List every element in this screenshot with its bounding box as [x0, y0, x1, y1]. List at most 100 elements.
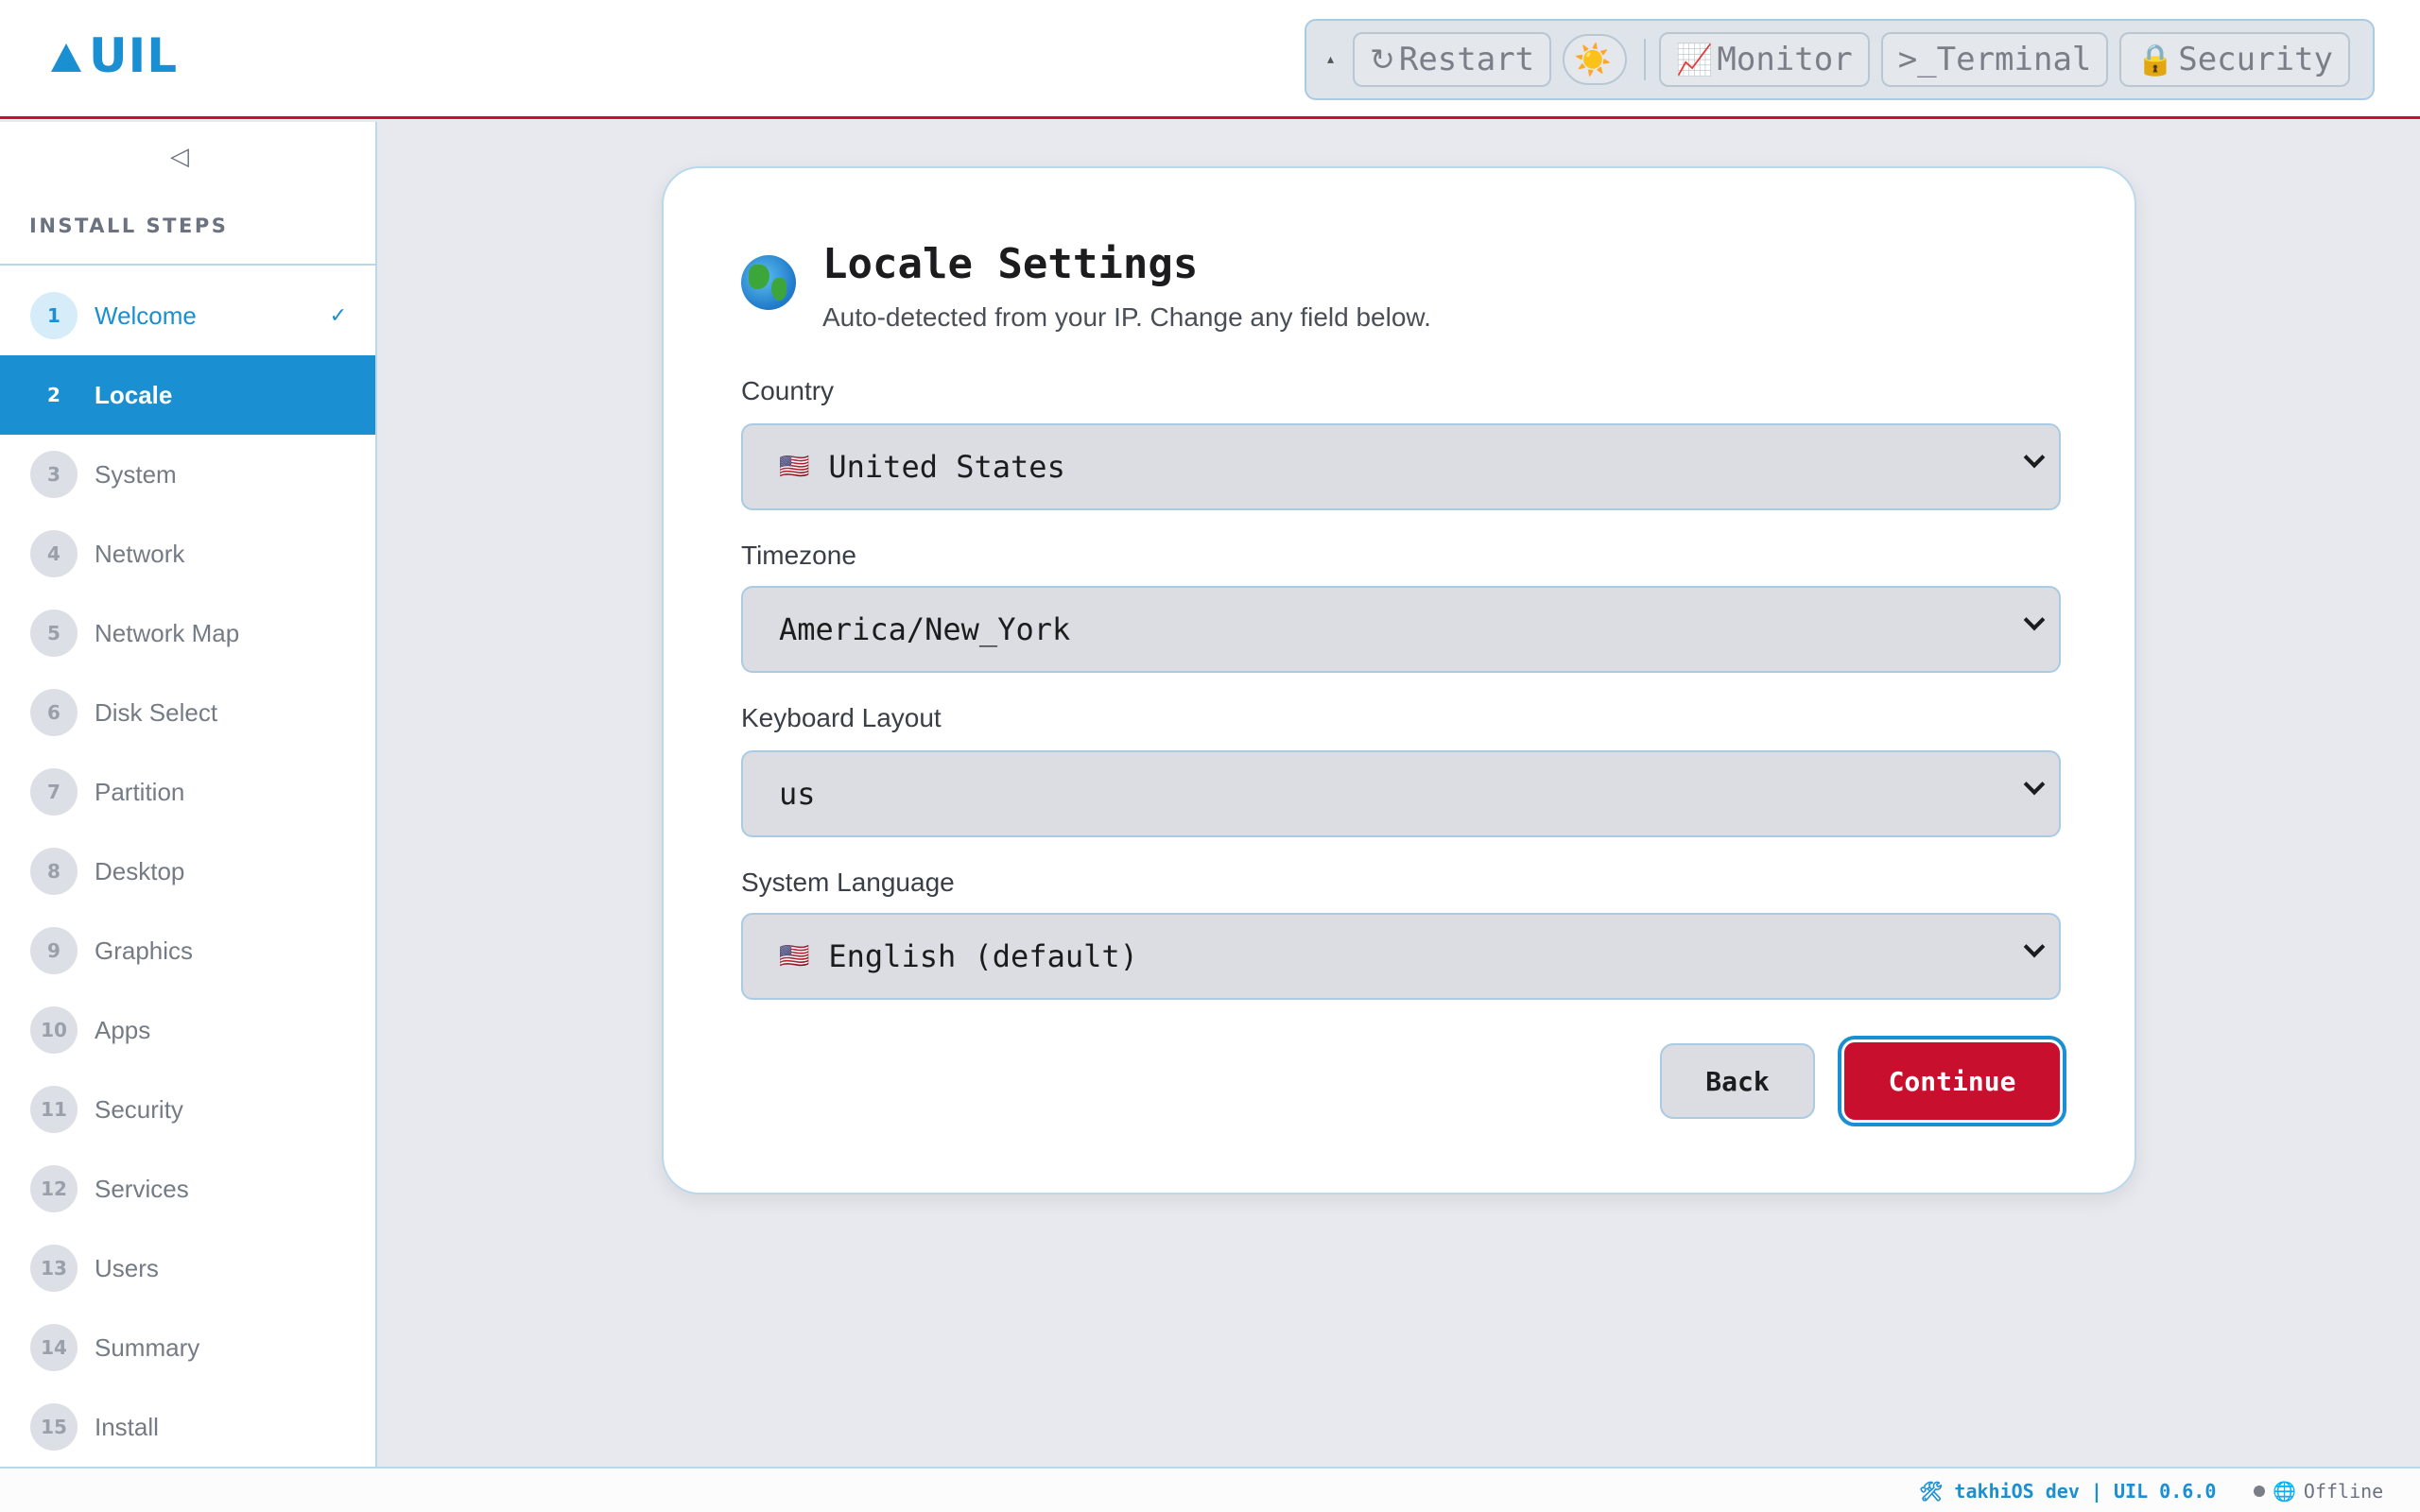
theme-toggle[interactable]: ☀️	[1563, 34, 1628, 85]
sidebar-step-security[interactable]: 11 Security	[0, 1070, 375, 1149]
timezone-select[interactable]: America/New_York	[741, 586, 2061, 673]
step-label: System	[95, 459, 177, 489]
locale-card: Locale Settings Auto-detected from your …	[662, 166, 2136, 1194]
security-label: Security	[2178, 41, 2333, 78]
toolbar-divider	[1644, 39, 1646, 80]
step-number: 4	[30, 530, 78, 577]
keyboard-label: Keyboard Layout	[741, 703, 942, 732]
toolbar-collapse-icon[interactable]: ▴	[1318, 52, 1343, 67]
chevron-down-icon	[2023, 609, 2046, 631]
page-title: Locale Settings	[822, 240, 1199, 288]
lock-icon: 🔒	[2136, 42, 2175, 77]
step-number: 8	[30, 848, 78, 895]
country-label: Country	[741, 376, 835, 405]
steps-heading: INSTALL STEPS	[29, 215, 229, 237]
sidebar-step-disk-select[interactable]: 6 Disk Select	[0, 673, 375, 752]
step-number: 1	[30, 292, 78, 339]
sidebar-step-apps[interactable]: 10 Apps	[0, 990, 375, 1070]
sidebar-step-welcome[interactable]: 1 Welcome ✓	[0, 276, 375, 355]
sidebar-step-graphics[interactable]: 9 Graphics	[0, 911, 375, 990]
terminal-label: >_Terminal	[1897, 41, 2092, 78]
step-number: 3	[30, 451, 78, 498]
sidebar: ◁ INSTALL STEPS 1 Welcome ✓ 2 Locale 3 System 4…	[0, 122, 377, 1467]
step-number: 11	[30, 1086, 78, 1133]
us-flag-icon: 🇺🇸	[779, 453, 810, 481]
timezone-value: America/New_York	[779, 611, 1071, 647]
step-label: Welcome	[95, 301, 197, 330]
chevron-down-icon	[2023, 936, 2046, 958]
monitor-label: Monitor	[1717, 41, 1853, 78]
language-label: System Language	[741, 868, 955, 897]
sidebar-step-services[interactable]: 12 Services	[0, 1149, 375, 1228]
sidebar-step-summary[interactable]: 14 Summary	[0, 1308, 375, 1387]
step-number: 10	[30, 1006, 78, 1054]
sidebar-step-system[interactable]: 3 System	[0, 435, 375, 514]
sidebar-step-install[interactable]: 15 Install	[0, 1387, 375, 1467]
logo-triangle-icon	[51, 43, 81, 72]
step-number: 5	[30, 610, 78, 657]
sidebar-step-network-map[interactable]: 5 Network Map	[0, 593, 375, 673]
step-number: 12	[30, 1165, 78, 1212]
step-number: 13	[30, 1245, 78, 1292]
us-flag-icon: 🇺🇸	[779, 942, 810, 971]
country-select[interactable]: 🇺🇸 United States	[741, 423, 2061, 510]
restart-button[interactable]: ↻ Restart	[1353, 32, 1552, 87]
restart-icon: ↻	[1370, 42, 1395, 77]
step-label: Partition	[95, 777, 185, 806]
logo-text: UIL	[89, 28, 179, 83]
sidebar-step-locale[interactable]: 2 Locale	[0, 355, 375, 435]
status-text: Offline	[2303, 1480, 2384, 1503]
sidebar-step-partition[interactable]: 7 Partition	[0, 752, 375, 832]
steps-list: 1 Welcome ✓ 2 Locale 3 System 4 Network 5 Network …	[0, 276, 375, 1467]
sidebar-step-network[interactable]: 4 Network	[0, 514, 375, 593]
globe-icon: 🌐	[2273, 1480, 2296, 1503]
connection-status: 🌐 Offline	[2254, 1480, 2383, 1503]
step-label: Disk Select	[95, 697, 218, 727]
sidebar-collapse-icon[interactable]: ◁	[170, 143, 189, 171]
keyboard-select[interactable]: us	[741, 750, 2061, 837]
language-select[interactable]: 🇺🇸 English (default)	[741, 913, 2061, 1000]
sun-icon: ☀️	[1574, 42, 1612, 77]
step-label: Users	[95, 1253, 159, 1282]
step-label: Graphics	[95, 936, 194, 965]
step-number: 14	[30, 1324, 78, 1371]
terminal-button[interactable]: >_Terminal	[1880, 32, 2109, 87]
restart-label: Restart	[1398, 41, 1535, 78]
steps-divider	[0, 264, 375, 266]
version-label: 🛠 takhiOS dev | UIL 0.6.0	[1919, 1480, 2217, 1503]
back-button[interactable]: Back	[1660, 1043, 1815, 1119]
step-label: Desktop	[95, 856, 185, 885]
step-label: Summary	[95, 1332, 200, 1362]
step-label: Services	[95, 1174, 189, 1203]
step-label: Locale	[95, 380, 173, 409]
step-number: 6	[30, 689, 78, 736]
security-button[interactable]: 🔒 Security	[2119, 32, 2350, 87]
step-label: Network	[95, 539, 185, 568]
chart-icon: 📈	[1675, 42, 1714, 77]
toolbar: ▴ ↻ Restart ☀️ 📈 Monitor >_Terminal 🔒 Se…	[1305, 19, 2375, 100]
status-dot-icon	[2254, 1486, 2265, 1497]
chevron-down-icon	[2023, 446, 2046, 469]
status-bar: 🛠 takhiOS dev | UIL 0.6.0 🌐 Offline	[0, 1467, 2420, 1512]
timezone-label: Timezone	[741, 541, 856, 570]
check-icon: ✓	[329, 303, 347, 328]
step-number: 7	[30, 768, 78, 816]
chevron-down-icon	[2023, 773, 2046, 796]
continue-button[interactable]: Continue	[1838, 1036, 2066, 1126]
step-label: Install	[95, 1412, 159, 1441]
country-value: United States	[828, 449, 1065, 485]
app-logo: UIL	[51, 28, 178, 83]
top-bar: UIL ▴ ↻ Restart ☀️ 📈 Monitor >_Terminal …	[0, 0, 2420, 119]
step-number: 15	[30, 1403, 78, 1451]
step-label: Apps	[95, 1015, 151, 1044]
step-label: Network Map	[95, 618, 240, 647]
keyboard-value: us	[779, 776, 816, 812]
step-label: Security	[95, 1094, 183, 1124]
sidebar-step-users[interactable]: 13 Users	[0, 1228, 375, 1308]
language-value: English (default)	[828, 938, 1138, 974]
step-number: 9	[30, 927, 78, 974]
globe-icon	[741, 255, 796, 310]
sidebar-step-desktop[interactable]: 8 Desktop	[0, 832, 375, 911]
monitor-button[interactable]: 📈 Monitor	[1658, 32, 1870, 87]
page-subtitle: Auto-detected from your IP. Change any f…	[822, 302, 1431, 332]
